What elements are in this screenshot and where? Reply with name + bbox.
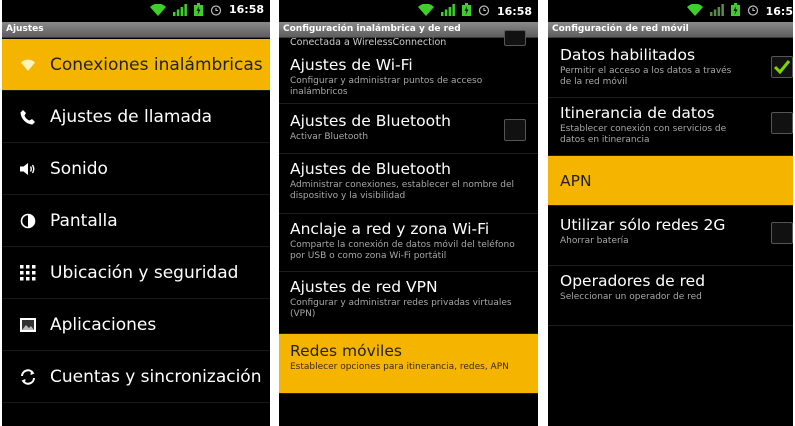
use-2g-checkbox[interactable] — [771, 222, 793, 244]
item-subtitle: Establecer conexión con servicios de dat… — [560, 124, 727, 145]
data-enabled-item[interactable]: Datos habilitados Permitir el acceso a l… — [548, 38, 793, 98]
menu-item-applications[interactable]: Aplicaciones — [2, 299, 270, 351]
menu-item-label: Aplicaciones — [50, 314, 157, 335]
item-title: Ajustes de Bluetooth — [290, 160, 451, 178]
wireless-settings-screen: 16:58 Configuración inalámbrica y de red… — [279, 0, 538, 426]
item-title: Datos habilitados — [560, 46, 696, 64]
phone-handset-icon — [18, 107, 38, 127]
status-bar: 16:58 — [2, 0, 270, 22]
mobile-networks-item[interactable]: Redes móviles Establecer opciones para i… — [279, 334, 538, 394]
network-operators-item[interactable]: Operadores de red Seleccionar un operado… — [548, 266, 793, 326]
menu-item-location-security[interactable]: Ubicación y seguridad — [2, 247, 270, 299]
sync-icon — [18, 367, 38, 387]
menu-item-label: Ubicación y seguridad — [50, 262, 239, 283]
wifi-settings-item[interactable]: Ajustes de Wi-Fi Configurar y administra… — [279, 52, 538, 104]
menu-item-label: Conexiones inalámbricas — [50, 54, 263, 75]
bluetooth-settings-item[interactable]: Ajustes de Bluetooth Administrar conexio… — [279, 154, 538, 214]
signal-icon — [172, 3, 187, 16]
location-grid-icon — [18, 263, 38, 283]
vpn-settings-item[interactable]: Ajustes de red VPN Configurar y administ… — [279, 272, 538, 334]
screen-title: Configuración inalámbrica y de red — [279, 22, 538, 38]
item-title: Ajustes de Wi-Fi — [290, 56, 413, 74]
alarm-clock-icon — [747, 4, 759, 19]
status-bar: 16:58 — [279, 0, 538, 22]
data-roaming-item[interactable]: Itinerancia de datos Establecer conexión… — [548, 98, 793, 156]
item-title: Itinerancia de datos — [560, 104, 715, 122]
applications-icon — [18, 315, 38, 335]
data-enabled-checkbox[interactable] — [771, 56, 793, 78]
wifi-icon — [18, 55, 38, 75]
menu-item-display[interactable]: Pantalla — [2, 195, 270, 247]
item-subtitle: Seleccionar un operador de red — [560, 292, 702, 302]
menu-item-call-settings[interactable]: Ajustes de llamada — [2, 91, 270, 143]
battery-icon — [730, 3, 740, 19]
status-time: 16:5 — [765, 4, 793, 18]
item-title: Redes móviles — [290, 342, 402, 360]
item-subtitle: Comparte la conexión de datos móvil del … — [290, 240, 515, 261]
screen-title: Configuración de red móvil — [548, 22, 793, 38]
checkmark-icon — [773, 60, 791, 75]
wifi-status-icon — [417, 3, 434, 19]
status-time: 16:58 — [228, 3, 264, 16]
wifi-connection-label: Conectada a WirelessConnection — [290, 37, 447, 48]
item-title: Ajustes de red VPN — [290, 278, 438, 296]
wifi-status-icon — [149, 3, 166, 16]
menu-item-label: Cuentas y sincronización — [50, 366, 262, 387]
settings-menu: Conexiones inalámbricas Ajustes de llama… — [2, 39, 270, 403]
signal-icon — [709, 3, 724, 19]
battery-icon — [193, 3, 203, 16]
item-title: Anclaje a red y zona Wi-Fi — [290, 220, 490, 238]
item-subtitle: Activar Bluetooth — [290, 132, 369, 142]
mobile-network-screen: 16:5 Configuración de red móvil Datos ha… — [548, 0, 793, 426]
item-subtitle: Configurar y administrar redes privadas … — [290, 298, 512, 319]
use-2g-only-item[interactable]: Utilizar sólo redes 2G Ahorrar batería — [548, 206, 793, 266]
data-roaming-checkbox[interactable] — [771, 112, 793, 134]
bluetooth-toggle-item[interactable]: Ajustes de Bluetooth Activar Bluetooth — [279, 104, 538, 154]
wifi-status-icon — [686, 3, 703, 19]
item-subtitle: Permitir el acceso a los datos a través … — [560, 66, 732, 87]
alarm-clock-icon — [210, 4, 222, 16]
alarm-clock-icon — [478, 4, 490, 19]
speaker-icon — [18, 159, 38, 179]
brightness-icon — [18, 211, 38, 231]
menu-item-accounts-sync[interactable]: Cuentas y sincronización — [2, 351, 270, 403]
menu-item-wireless[interactable]: Conexiones inalámbricas — [2, 39, 270, 91]
item-subtitle: Configurar y administrar puntos de acces… — [290, 76, 483, 97]
status-bar: 16:5 — [548, 0, 793, 22]
menu-item-label: Sonido — [50, 158, 108, 179]
battery-icon — [461, 3, 471, 19]
item-subtitle: Ahorrar batería — [560, 236, 629, 246]
item-subtitle: Administrar conexiones, establecer el no… — [290, 180, 515, 201]
settings-screen: 16:58 Ajustes Conexiones inalámbricas Aj… — [2, 0, 270, 426]
wifi-checkbox[interactable] — [504, 30, 526, 46]
menu-item-label: Pantalla — [50, 210, 118, 231]
tethering-item[interactable]: Anclaje a red y zona Wi-Fi Comparte la c… — [279, 214, 538, 272]
menu-item-sound[interactable]: Sonido — [2, 143, 270, 195]
status-time: 16:58 — [496, 4, 532, 18]
menu-item-label: Ajustes de llamada — [50, 106, 213, 127]
screen-title: Ajustes — [2, 22, 270, 38]
bluetooth-checkbox[interactable] — [504, 119, 526, 141]
item-title: Ajustes de Bluetooth — [290, 112, 451, 130]
item-title: Utilizar sólo redes 2G — [560, 216, 726, 234]
item-title: APN — [560, 171, 592, 190]
wifi-status-text: Conectada a WirelessConnection — [279, 30, 538, 52]
signal-icon — [440, 3, 455, 19]
item-subtitle: Establecer opciones para itinerancia, re… — [290, 362, 509, 372]
item-title: Operadores de red — [560, 272, 706, 290]
apn-item[interactable]: APN — [548, 156, 793, 206]
